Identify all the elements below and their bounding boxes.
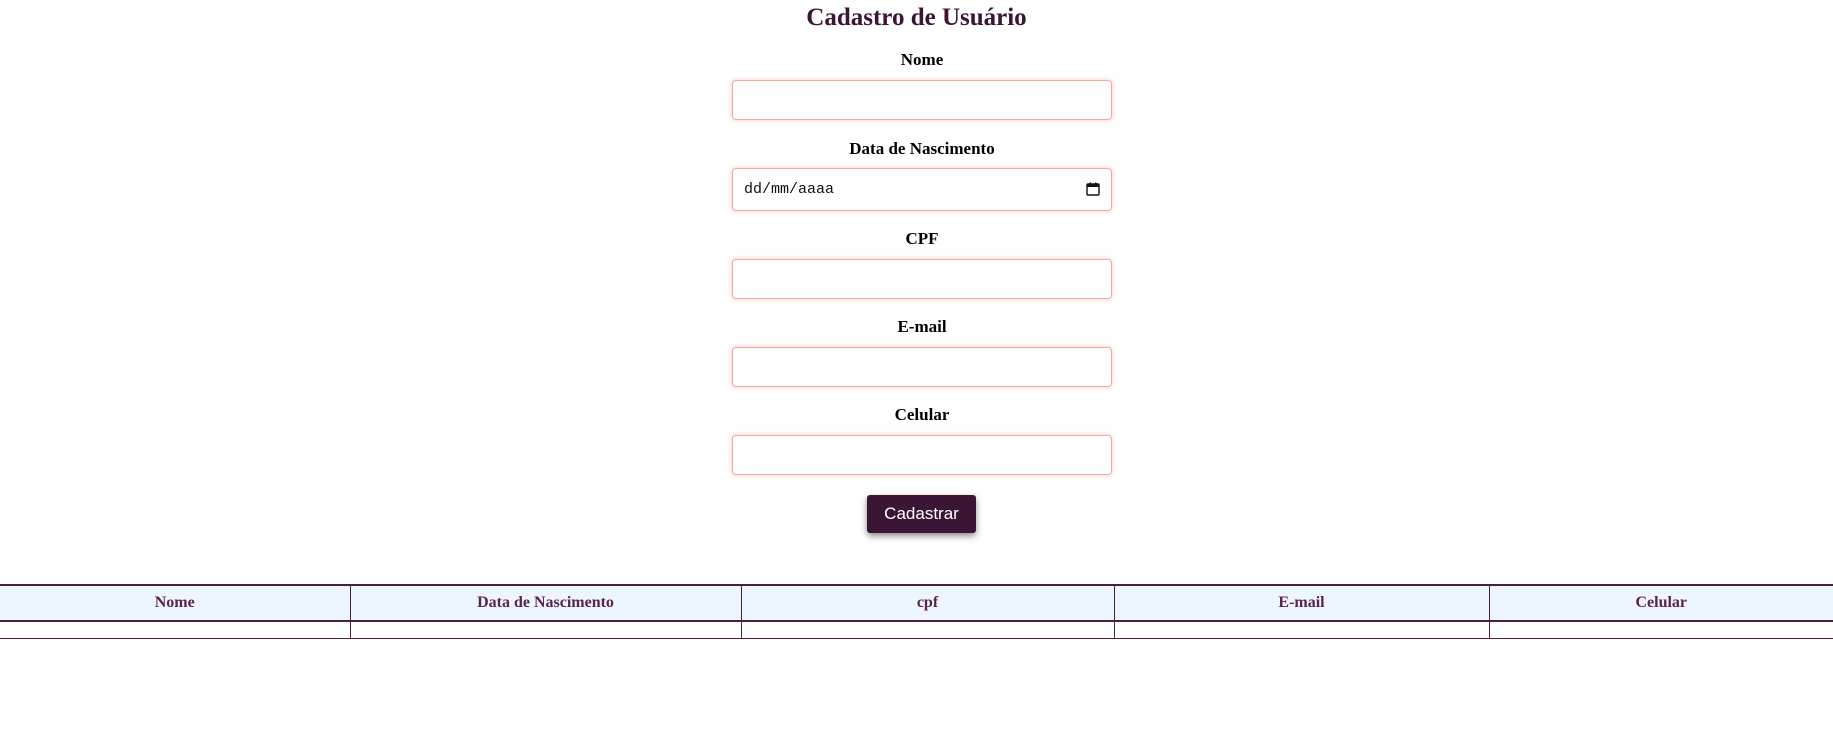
column-header-phone: Celular — [1488, 584, 1833, 622]
name-label: Nome — [900, 50, 944, 69]
phone-input[interactable] — [732, 435, 1112, 475]
users-table: Nome Data de Nascimento cpf E-mail Celul… — [0, 584, 1833, 639]
phone-label: Celular — [894, 405, 950, 424]
column-header-birthdate: Data de Nascimento — [349, 584, 742, 622]
register-button[interactable]: Cadastrar — [867, 495, 976, 533]
table-header-row: Nome Data de Nascimento cpf E-mail Celul… — [0, 584, 1833, 622]
birthdate-input[interactable]: dd/mm/aaaa — [732, 168, 1112, 211]
table-cell — [1488, 621, 1833, 639]
table-cell — [349, 621, 742, 639]
cpf-input[interactable] — [732, 259, 1112, 299]
email-input[interactable] — [732, 347, 1112, 387]
column-header-cpf: cpf — [740, 584, 1115, 622]
cpf-label: CPF — [905, 229, 939, 248]
calendar-icon[interactable] — [1086, 182, 1100, 196]
table-row — [0, 621, 1833, 639]
birthdate-label: Data de Nascimento — [849, 139, 995, 158]
column-header-email: E-mail — [1113, 584, 1490, 622]
table-cell — [740, 621, 1115, 639]
page-title: Cadastro de Usuário — [806, 4, 1027, 31]
table-cell — [1113, 621, 1490, 639]
column-header-name: Nome — [0, 584, 351, 622]
table-cell — [0, 621, 351, 639]
name-input[interactable] — [732, 80, 1112, 120]
email-label: E-mail — [897, 317, 947, 336]
birthdate-placeholder: dd/mm/aaaa — [744, 181, 835, 198]
